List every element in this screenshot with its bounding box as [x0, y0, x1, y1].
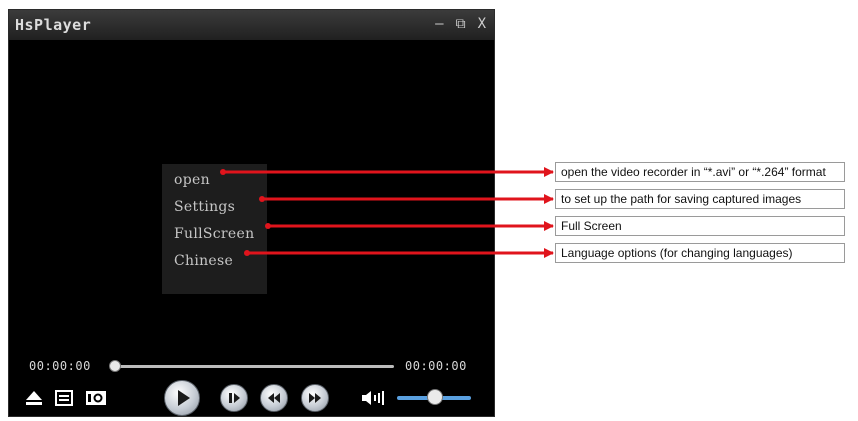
arrow-settings: [259, 194, 554, 204]
arrow-fullscreen: [265, 221, 554, 231]
arrow-chinese: [244, 248, 554, 258]
arrow-open: [220, 167, 554, 177]
annotation-language: Language options (for changing languages…: [555, 243, 845, 263]
annotation-settings: to set up the path for saving captured i…: [555, 189, 845, 209]
annotation-fullscreen: Full Screen: [555, 216, 845, 236]
annotation-open: open the video recorder in “*.avi” or “*…: [555, 162, 845, 182]
callout-arrows: [220, 167, 554, 258]
